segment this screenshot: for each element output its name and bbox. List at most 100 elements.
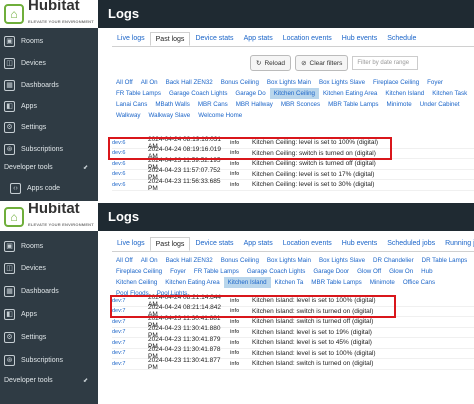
device-chip[interactable]: Bonus Ceiling [217,77,263,88]
brand-logo[interactable]: ⌂ Hubitat ELEVATE YOUR ENVIRONMENT [0,0,98,28]
device-chip[interactable]: Box Lights Main [263,77,315,88]
brand-logo[interactable]: ⌂ Hubitat ELEVATE YOUR ENVIRONMENT [0,203,98,231]
device-link[interactable]: dev:6 [112,171,148,177]
device-chip[interactable]: Back Hall ZEN32 [162,255,217,266]
tab-device-stats[interactable]: Device stats [190,237,238,251]
device-chip[interactable]: MBR Table Lamps [307,277,365,288]
device-chip[interactable]: All On [137,77,162,88]
reload-button[interactable]: ↻ Reload [250,55,292,71]
device-chip[interactable]: Garage Door [309,266,353,277]
tab-location-events[interactable]: Location events [278,237,337,251]
device-chip[interactable]: Back Hall ZEN32 [162,77,217,88]
tab-past-logs[interactable]: Past logs [149,32,191,46]
date-range-filter[interactable]: Filter by date range [352,56,419,70]
device-link[interactable]: dev:6 [112,182,148,188]
code-icon: ‹› [10,182,21,194]
device-chip[interactable]: Hub [417,266,436,277]
device-chip[interactable]: Garage Coach Lights [165,88,231,99]
tab-scheduled-jobs[interactable]: Scheduled jobs [382,237,440,251]
device-link[interactable]: dev:6 [112,161,148,167]
device-chip[interactable]: Garage Coach Lights [243,266,309,277]
device-chip[interactable]: Fireplace Ceiling [112,266,166,277]
sidebar-item-developer-tools[interactable]: Developer tools ⬋ [4,160,94,174]
sidebar-item-apps[interactable]: ◧ Apps [4,307,37,321]
sidebar-item-label: Settings [21,123,47,131]
device-chip[interactable]: MBath Walls [151,99,194,110]
device-chip[interactable]: Office Cans [399,277,439,288]
sidebar-item-settings[interactable]: ⚙ Settings [4,120,46,134]
tab-hub-events[interactable]: Hub events [337,32,382,46]
device-chip[interactable]: MBR Sconces [277,99,324,110]
sidebar-item-developer-tools[interactable]: Developer tools ⬋ [4,373,94,387]
device-chip[interactable]: Under Cabinet [416,99,464,110]
device-chip[interactable]: Kitchen Eating Area [161,277,223,288]
tab-location-events[interactable]: Location events [278,32,337,46]
device-chip[interactable]: MBR Hallway [232,99,277,110]
device-chip[interactable]: Kitchen Eating Area [319,88,381,99]
sidebar-item-apps-code[interactable]: ‹› Apps code [10,181,60,195]
sidebar-item-devices[interactable]: ◫ Devices [4,56,46,70]
device-chip[interactable]: DR Chandelier [369,255,418,266]
sidebar-item-apps[interactable]: ◧ Apps [4,99,37,113]
device-chip[interactable]: Box Lights Slave [315,255,369,266]
device-chip[interactable]: Minimote [366,277,399,288]
tab-past-logs[interactable]: Past logs [149,237,191,251]
clear-filters-button[interactable]: ⊘ Clear filters [295,55,349,71]
device-chip[interactable]: Kitchen Task [428,88,471,99]
device-chip[interactable]: All Off [112,77,137,88]
device-link[interactable]: dev:7 [112,361,148,367]
tab-hub-events[interactable]: Hub events [337,237,382,251]
device-chip[interactable]: Walkway [112,110,145,121]
device-chip[interactable]: Glow Off [353,266,385,277]
device-chip[interactable]: FR Table Lamps [190,266,243,277]
sidebar-item-rooms[interactable]: ▣ Rooms [4,239,43,253]
device-chip[interactable]: Fireplace Ceiling [369,77,423,88]
device-chip[interactable]: DR Table Lamps [418,255,472,266]
tab-scheduled-jobs[interactable]: Schedule [382,32,421,46]
device-chip[interactable]: All Off [112,255,137,266]
device-chip[interactable]: FR Table Lamps [112,88,165,99]
device-link[interactable]: dev:7 [112,319,148,325]
device-chip[interactable]: Foyer [166,266,190,277]
device-chip[interactable]: Kitchen Island [223,277,271,288]
sidebar-item-rooms[interactable]: ▣ Rooms [4,34,43,48]
sidebar-item-label: Rooms [21,242,44,250]
rooms-icon: ▣ [4,240,15,252]
tab-app-stats[interactable]: App stats [239,32,278,46]
sidebar-item-dashboards[interactable]: ▦ Dashboards [4,78,59,92]
device-chip[interactable]: MBR Cans [194,99,232,110]
device-chip[interactable]: Kitchen Island [381,88,428,99]
device-chip[interactable]: Kitchen Ta [271,277,308,288]
rooms-icon: ▣ [4,35,15,47]
tab-live-logs[interactable]: Live logs [112,32,150,46]
device-chip[interactable]: Kitchen Ceiling [269,88,319,99]
device-chip[interactable]: Lanai Cans [112,99,151,110]
sidebar-item-settings[interactable]: ⚙ Settings [4,330,46,344]
device-chip[interactable]: MBR Table Lamps [324,99,382,110]
log-message: Kitchen Island: level is set to 45% (dig… [252,339,372,347]
tab-live-logs[interactable]: Live logs [112,237,150,251]
device-link[interactable]: dev:7 [112,350,148,356]
device-chip[interactable]: Box Lights Main [263,255,315,266]
sidebar-item-dashboards[interactable]: ▦ Dashboards [4,284,59,298]
device-chip[interactable]: Kitchen Ceiling [112,277,161,288]
house-logo-icon: ⌂ [4,207,24,227]
device-chip[interactable]: Box Lights Slave [315,77,369,88]
device-chip[interactable]: Garage Do [231,88,269,99]
device-chip[interactable]: Welcome Home [194,110,246,121]
device-chip[interactable]: Minimote [383,99,416,110]
sidebar-item-subscriptions[interactable]: ⊛ Subscriptions [4,142,63,156]
device-link[interactable]: dev:7 [112,340,148,346]
tab-running-jobs[interactable]: Running job [440,237,474,251]
device-chip[interactable]: Foyer [423,77,447,88]
tab-app-stats[interactable]: App stats [239,237,278,251]
sidebar-item-subscriptions[interactable]: ⊛ Subscriptions [4,353,63,367]
device-chip[interactable]: Walkway Slave [145,110,195,121]
device-chip[interactable]: Glow On [385,266,417,277]
device-link[interactable]: dev:7 [112,329,148,335]
device-chip[interactable]: All On [137,255,162,266]
device-chip[interactable]: Bonus Ceiling [217,255,263,266]
sidebar-item-devices[interactable]: ◫ Devices [4,261,46,275]
sidebar-item-label: Dashboards [21,81,59,89]
tab-device-stats[interactable]: Device stats [190,32,238,46]
